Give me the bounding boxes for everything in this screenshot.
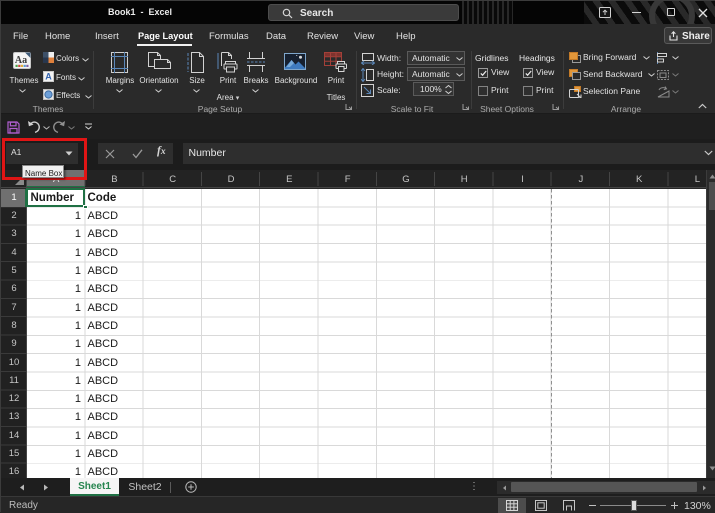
- svg-text:A: A: [45, 72, 52, 82]
- svg-text:Aa: Aa: [15, 55, 27, 66]
